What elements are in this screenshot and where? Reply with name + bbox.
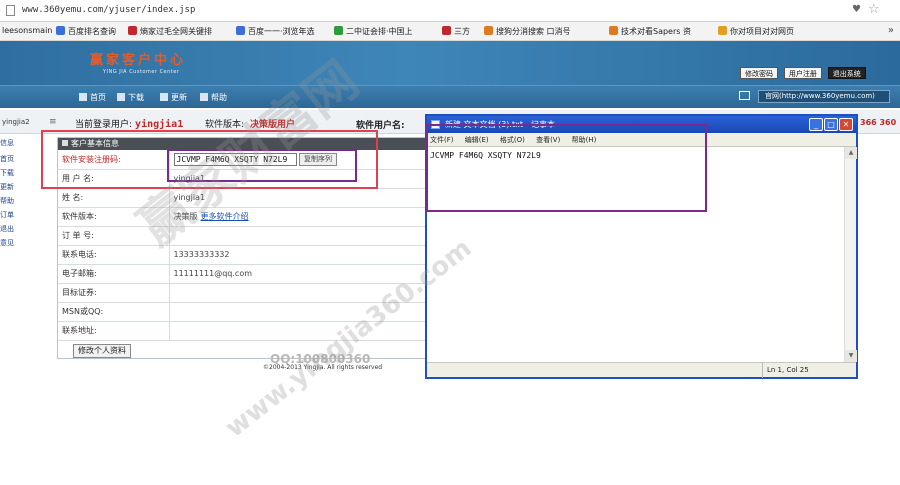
bookmark-item[interactable]: 技术对看Sapers 资 [609, 26, 691, 37]
cursor-position: Ln 1, Col 25 [762, 363, 809, 378]
header-buttons: 修改密码 用户注册 退出系统 [740, 67, 869, 79]
site-logo: 赢家客户中心 [90, 53, 187, 68]
nav-download[interactable]: 下载 [117, 92, 144, 103]
bookmark-item[interactable]: 二中证会排·中国上 [334, 26, 413, 37]
table-row: 电子邮箱: 11111111@qq.com [58, 264, 428, 284]
home-icon [79, 93, 87, 101]
bookmark-item[interactable]: 搜狗分消搜索 口消号 [484, 26, 571, 37]
row-label: 联系地址: [58, 321, 170, 341]
sidebar-item[interactable]: 意见 [0, 238, 14, 248]
sidebar: 信息 首页 下载 更新 帮助 订单 退出 意见 [0, 134, 16, 274]
row-label: MSN或QQ: [58, 302, 170, 322]
site-header: 赢家客户中心 YING JIA Customer Center 修改密码 用户注… [0, 41, 900, 85]
bookmark-item[interactable]: 百度一一·浏览年选 [236, 26, 315, 37]
nav-help[interactable]: 帮助 [200, 92, 227, 103]
bookmark-icon [334, 26, 343, 35]
table-row: 目标证券: [58, 283, 428, 303]
official-site-link[interactable]: 官网(http://www.360yemu.com) [758, 90, 890, 103]
edit-row: 修改个人资料 [58, 341, 428, 363]
logout-button[interactable]: 退出系统 [827, 67, 866, 79]
edge-number: 366 360 [860, 118, 897, 127]
row-value: 13333333332 [169, 245, 428, 265]
row-label: 联系电话: [58, 245, 170, 265]
bookmark-item[interactable]: 三方 [442, 26, 470, 37]
bookmark-item[interactable]: 百度排名查询 [56, 26, 116, 37]
register-button[interactable]: 用户注册 [783, 67, 822, 79]
sidebar-item[interactable]: 信息 [0, 138, 14, 148]
page-icon [6, 5, 15, 16]
update-icon [160, 93, 168, 101]
sidebar-item[interactable]: 帮助 [0, 196, 14, 206]
bookmark-icon [484, 26, 493, 35]
main-nav: 首页 下载 更新 帮助 官网(http://www.360yemu.com) [0, 85, 900, 108]
row-value: 11111111@qq.com [169, 264, 428, 284]
sidebar-item[interactable]: 下载 [0, 168, 14, 178]
notepad-scrollbar[interactable]: ▲ ▼ [844, 147, 857, 362]
monitor-icon [739, 91, 750, 100]
highlight-notepad-content [426, 124, 707, 212]
table-row: 联系电话: 13333333332 [58, 245, 428, 265]
current-user-label: 当前登录用户: yingjia1 [75, 119, 184, 130]
scroll-up-icon[interactable]: ▲ [845, 147, 857, 159]
minimize-button[interactable]: _ [809, 118, 823, 131]
row-label: 目标证券: [58, 283, 170, 303]
sidebar-item[interactable]: 首页 [0, 154, 14, 164]
bookmark-icon [56, 26, 65, 35]
bookmark-item[interactable]: 你对项目对对网页 [718, 26, 794, 37]
maximize-button[interactable]: □ [824, 118, 838, 131]
help-icon [200, 93, 208, 101]
url-text[interactable]: www.360yemu.com/yjuser/index.jsp [22, 5, 195, 15]
edit-profile-button[interactable]: 修改个人资料 [73, 343, 131, 358]
bookmark-item[interactable]: 熵家过毛全网关键排 [128, 26, 212, 37]
bookmark-icon [442, 26, 451, 35]
left-id: yingjia2 [2, 118, 30, 126]
site-logo-subtitle: YING JIA Customer Center [103, 69, 180, 75]
scroll-down-icon[interactable]: ▼ [845, 350, 857, 362]
nav-update[interactable]: 更新 [160, 92, 187, 103]
bookmark-icon [718, 26, 727, 35]
notepad-statusbar: Ln 1, Col 25 [427, 362, 856, 378]
key-icon[interactable]: ♥ [852, 4, 861, 15]
download-icon [117, 93, 125, 101]
nav-home[interactable]: 首页 [79, 92, 106, 103]
row-label: 电子邮箱: [58, 264, 170, 284]
menu-icon[interactable]: ≡ [49, 117, 57, 127]
sidebar-item[interactable]: 更新 [0, 182, 14, 192]
star-icon[interactable]: ☆ [868, 2, 880, 17]
bookmark-item[interactable]: leesonsmain [2, 26, 52, 35]
close-button[interactable]: ✕ [839, 118, 853, 131]
bookmark-icon [236, 26, 245, 35]
bookmarks-bar: leesonsmain 百度排名查询 熵家过毛全网关键排 百度一一·浏览年选 二… [0, 22, 900, 41]
bookmark-icon [128, 26, 137, 35]
change-password-button[interactable]: 修改密码 [740, 67, 778, 79]
table-row: 软件版本: 决策版 更多软件介绍 [58, 207, 428, 227]
current-user: yingjia1 [135, 119, 184, 130]
bookmarks-more-icon[interactable]: » [888, 25, 894, 36]
row-value [169, 226, 428, 246]
bookmark-icon [609, 26, 618, 35]
table-row: 订 单 号: [58, 226, 428, 246]
address-bar[interactable]: www.360yemu.com/yjuser/index.jsp ♥ ☆ [0, 0, 900, 22]
sidebar-item[interactable]: 退出 [0, 224, 14, 234]
sidebar-item[interactable]: 订单 [0, 210, 14, 220]
